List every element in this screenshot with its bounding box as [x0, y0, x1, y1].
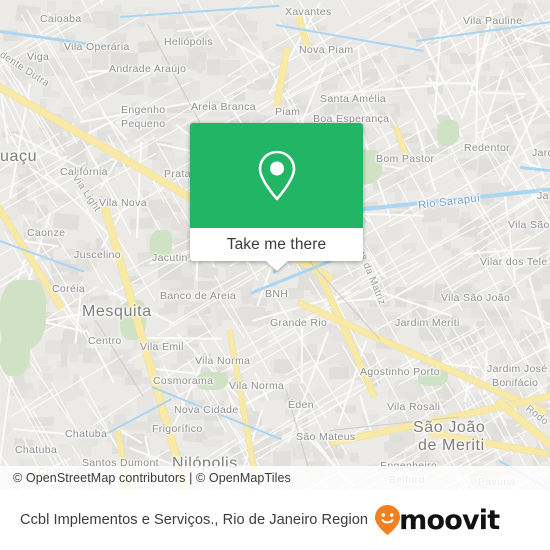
map-feature	[291, 443, 311, 461]
map-feature	[253, 0, 274, 5]
map-canvas[interactable]: Caioaba Xavantes Vila Pauline Vila Operária…	[0, 0, 550, 490]
park-area	[150, 230, 172, 260]
park-area	[196, 372, 228, 390]
attribution-text[interactable]: © OpenStreetMap contributors | © OpenMap…	[0, 471, 291, 485]
map-feature	[350, 452, 360, 463]
map-feature	[54, 368, 70, 382]
map-feature	[91, 50, 109, 70]
map-feature	[272, 450, 292, 467]
map-feature	[41, 79, 51, 97]
map-feature	[137, 395, 155, 408]
bottom-bar: Ccbl Implementos e Serviços., Rio de Jan…	[0, 490, 550, 550]
map-feature	[218, 59, 241, 75]
map-feature	[300, 320, 303, 384]
park-area	[418, 370, 448, 386]
map-feature	[196, 61, 204, 74]
moovit-wordmark: moovit	[399, 504, 500, 536]
moovit-logo[interactable]: moovit	[374, 504, 500, 536]
map-feature	[393, 382, 417, 395]
map-feature	[60, 338, 68, 357]
map-feature	[69, 342, 80, 362]
map-feature	[71, 0, 81, 8]
map-feature	[122, 80, 145, 96]
map-feature	[14, 59, 43, 80]
map-feature	[26, 389, 37, 400]
map-feature	[147, 82, 173, 99]
map-feature	[540, 298, 550, 311]
take-me-there-button[interactable]: Take me there	[227, 236, 327, 254]
map-feature	[330, 84, 432, 95]
location-popup[interactable]: Take me there	[190, 123, 363, 271]
map-screen: Caioaba Xavantes Vila Pauline Vila Operária…	[0, 0, 550, 550]
map-feature	[111, 52, 124, 67]
map-feature	[427, 225, 443, 241]
map-feature	[163, 301, 179, 313]
map-pin-icon	[258, 150, 295, 200]
location-title: Ccbl Implementos e Serviços., Rio de Jan…	[20, 512, 369, 528]
map-feature	[183, 265, 193, 272]
map-feature	[162, 294, 182, 300]
map-feature	[328, 365, 350, 379]
map-feature	[282, 287, 305, 301]
popup-tail-pointer	[265, 261, 288, 271]
map-feature	[389, 46, 399, 58]
map-feature	[188, 427, 198, 441]
map-feature	[542, 266, 550, 282]
map-feature	[528, 224, 536, 233]
map-feature	[204, 418, 216, 438]
park-area	[0, 330, 30, 376]
map-attribution: © OpenStreetMap contributors | © OpenMap…	[0, 466, 550, 490]
map-feature	[206, 58, 221, 76]
map-feature	[406, 290, 416, 299]
map-feature	[88, 170, 99, 184]
map-feature	[202, 37, 222, 49]
map-feature	[53, 212, 80, 230]
map-feature	[46, 1, 57, 12]
map-feature	[93, 300, 113, 316]
map-feature	[544, 130, 550, 139]
moovit-smiley-pin-icon	[375, 505, 401, 535]
popup-header	[190, 123, 363, 228]
popup-footer[interactable]: Take me there	[190, 228, 363, 271]
map-feature	[150, 76, 169, 84]
map-feature	[202, 438, 223, 448]
map-feature	[512, 2, 528, 9]
map-feature	[129, 217, 155, 229]
park-area	[437, 120, 459, 146]
